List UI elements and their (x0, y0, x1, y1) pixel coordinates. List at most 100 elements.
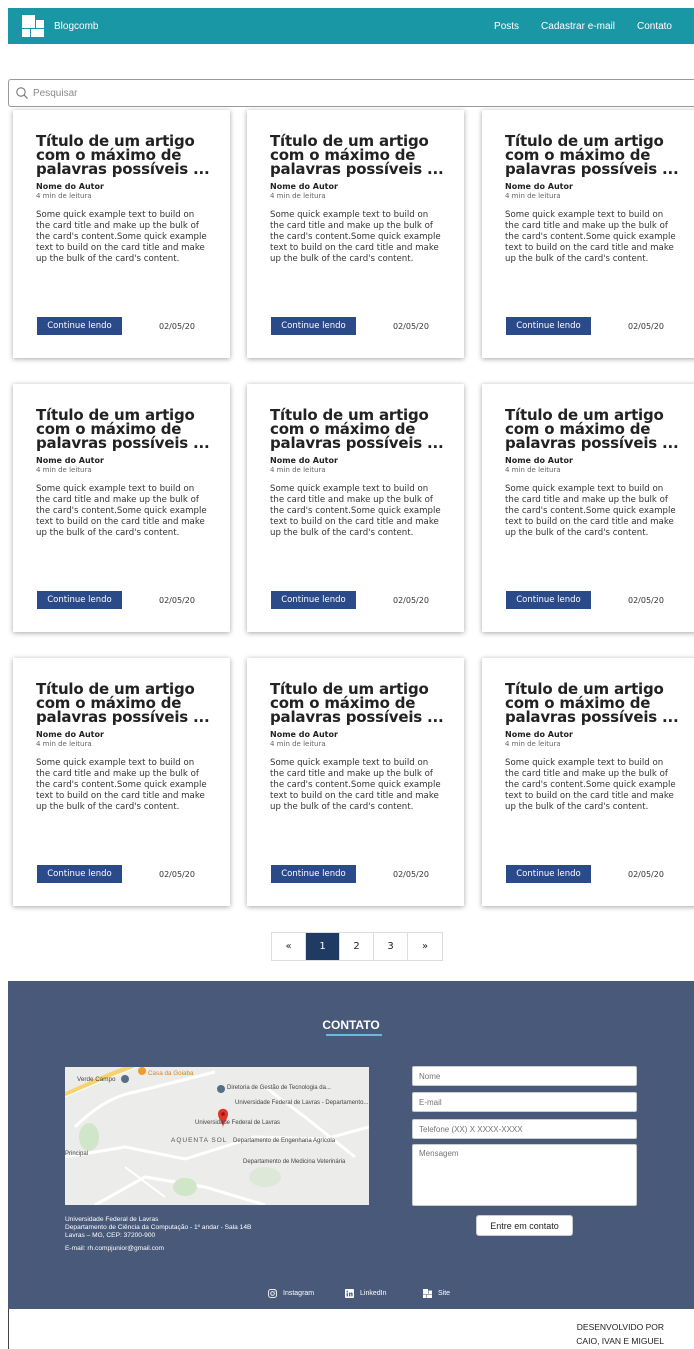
card-date: 02/05/20 (628, 870, 664, 879)
card-title: Título de um artigo com o máximo de pala… (36, 680, 210, 726)
card-read-time: 4 min de leitura (36, 192, 92, 200)
card-date: 02/05/20 (393, 596, 429, 605)
message-field[interactable] (412, 1144, 637, 1206)
continue-reading-button[interactable]: Continue lendo (37, 865, 122, 883)
address-line-3: Lavras – MG, CEP: 37200-900 (65, 1232, 156, 1239)
nav-link-posts[interactable]: Posts (494, 21, 519, 32)
social-linkedin-label: LinkedIn (360, 1290, 387, 1297)
card-text: Some quick example text to build on the … (36, 484, 207, 538)
continue-reading-button[interactable]: Continue lendo (506, 865, 591, 883)
contact-title: CONTATO (322, 1018, 380, 1032)
phone-field[interactable] (412, 1119, 637, 1139)
card-title: Título de um artigo com o máximo de pala… (36, 132, 210, 178)
search-bar (8, 79, 694, 107)
map-label-verde-campo: Verde Campo (77, 1076, 116, 1083)
map[interactable]: Casa da Goiaba Verde Campo Diretoria de … (65, 1067, 369, 1205)
card-read-time: 4 min de leitura (270, 740, 326, 748)
email-field[interactable] (412, 1092, 637, 1112)
continue-reading-button[interactable]: Continue lendo (37, 317, 122, 335)
article-card: Título de um artigo com o máximo de pala… (482, 658, 694, 906)
card-author: Nome do Autor (505, 182, 573, 191)
continue-reading-button[interactable]: Continue lendo (271, 865, 356, 883)
site-icon (423, 1289, 432, 1298)
address-line-2: Departamento de Ciência da Computação - … (65, 1224, 252, 1231)
linkedin-icon (345, 1289, 354, 1298)
map-marker-casa-da-goiaba (138, 1067, 146, 1075)
continue-reading-button[interactable]: Continue lendo (271, 317, 356, 335)
card-text: Some quick example text to build on the … (270, 484, 441, 538)
search-input[interactable] (33, 87, 633, 99)
pagination-page-1[interactable]: 1 (306, 933, 340, 960)
article-card: Título de um artigo com o máximo de pala… (482, 110, 694, 358)
pagination-page-3[interactable]: 3 (374, 933, 408, 960)
card-author: Nome do Autor (270, 456, 338, 465)
map-marker-verde-campo (121, 1075, 129, 1083)
nav-link-cadastrar-email[interactable]: Cadastrar e-mail (541, 21, 615, 32)
name-field[interactable] (412, 1066, 637, 1086)
credits-line-1: DESENVOLVIDO POR (576, 1322, 664, 1332)
card-author: Nome do Autor (505, 456, 573, 465)
card-author: Nome do Autor (270, 730, 338, 739)
map-label-aquenta-sol: AQUENTA SOL (171, 1137, 227, 1144)
address-email: E-mail: rh.compjunior@gmail.com (65, 1245, 165, 1252)
contact-section: CONTATO Casa da Goiaba Verde Campo Diret… (8, 981, 694, 1309)
continue-reading-button[interactable]: Continue lendo (506, 591, 591, 609)
article-card: Título de um artigo com o máximo de pala… (247, 384, 464, 632)
continue-reading-button[interactable]: Continue lendo (506, 317, 591, 335)
brand[interactable]: Blogcomb (22, 15, 98, 37)
submit-button[interactable]: Entre em contato (476, 1215, 573, 1236)
card-title: Título de um artigo com o máximo de pala… (270, 132, 444, 178)
article-card: Título de um artigo com o máximo de pala… (13, 658, 230, 906)
card-read-time: 4 min de leitura (36, 740, 92, 748)
card-read-time: 4 min de leitura (270, 192, 326, 200)
card-text: Some quick example text to build on the … (505, 210, 676, 264)
pagination-page-2[interactable]: 2 (340, 933, 374, 960)
map-label-ufla: Universidade Federal de Lavras (195, 1120, 280, 1126)
brand-name: Blogcomb (54, 20, 99, 32)
search-icon (16, 87, 28, 99)
card-author: Nome do Autor (36, 182, 104, 191)
card-read-time: 4 min de leitura (505, 466, 561, 474)
card-author: Nome do Autor (36, 730, 104, 739)
card-date: 02/05/20 (159, 596, 195, 605)
instagram-icon (268, 1289, 277, 1298)
card-text: Some quick example text to build on the … (270, 210, 441, 264)
pagination-next[interactable]: » (408, 933, 442, 960)
article-card: Título de um artigo com o máximo de pala… (13, 110, 230, 358)
article-card: Título de um artigo com o máximo de pala… (247, 110, 464, 358)
card-read-time: 4 min de leitura (270, 466, 326, 474)
card-author: Nome do Autor (505, 730, 573, 739)
card-date: 02/05/20 (393, 870, 429, 879)
card-title: Título de um artigo com o máximo de pala… (270, 680, 444, 726)
card-title: Título de um artigo com o máximo de pala… (505, 406, 679, 452)
nav-link-contato[interactable]: Contato (637, 21, 672, 32)
social-instagram[interactable]: Instagram (268, 1289, 314, 1298)
social-instagram-label: Instagram (283, 1290, 315, 1297)
address: Universidade Federal de Lavras Departame… (65, 1216, 251, 1253)
card-title: Título de um artigo com o máximo de pala… (36, 406, 210, 452)
card-text: Some quick example text to build on the … (36, 758, 207, 812)
card-text: Some quick example text to build on the … (270, 758, 441, 812)
continue-reading-button[interactable]: Continue lendo (271, 591, 356, 609)
map-label-eng-agricola: Departamento de Engenharia Agrícola (233, 1138, 336, 1144)
social-site[interactable]: Site (423, 1289, 450, 1298)
card-date: 02/05/20 (393, 322, 429, 331)
card-text: Some quick example text to build on the … (36, 210, 207, 264)
bottom-divider (8, 1309, 9, 1349)
map-label-diretoria: Diretoria de Gestão de Tecnologia da... (227, 1085, 331, 1091)
card-text: Some quick example text to build on the … (505, 758, 676, 812)
article-card: Título de um artigo com o máximo de pala… (247, 658, 464, 906)
social-linkedin[interactable]: LinkedIn (345, 1289, 386, 1298)
card-title: Título de um artigo com o máximo de pala… (505, 680, 679, 726)
card-title: Título de um artigo com o máximo de pala… (270, 406, 444, 452)
card-date: 02/05/20 (159, 870, 195, 879)
logo-icon (22, 15, 44, 37)
card-date: 02/05/20 (628, 596, 664, 605)
map-label-casa-da-goiaba: Casa da Goiaba (148, 1070, 194, 1077)
credits-line-2: CAIO, IVAN E MIGUEL (576, 1336, 664, 1346)
continue-reading-button[interactable]: Continue lendo (37, 591, 122, 609)
article-card: Título de um artigo com o máximo de pala… (13, 384, 230, 632)
credits: DESENVOLVIDO POR CAIO, IVAN E MIGUEL (576, 1320, 664, 1348)
card-author: Nome do Autor (36, 456, 104, 465)
pagination-prev[interactable]: « (272, 933, 306, 960)
